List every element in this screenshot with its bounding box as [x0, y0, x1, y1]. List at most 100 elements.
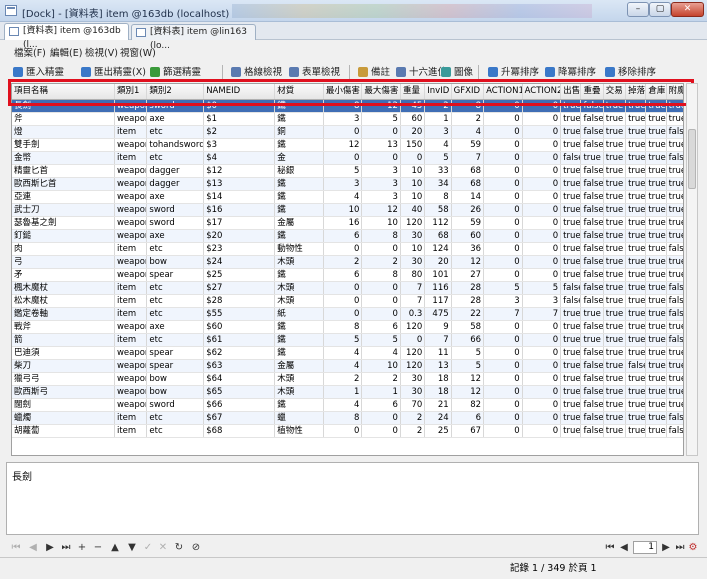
table-cell[interactable]: 5: [323, 164, 363, 178]
table-cell[interactable]: 0: [522, 177, 562, 191]
table-cell[interactable]: 木頭: [274, 385, 324, 399]
table-row[interactable]: 楓木魔杖itemetc$27木頭0071162855falsefalsetrue…: [12, 281, 683, 295]
table-cell[interactable]: 58: [451, 320, 485, 334]
table-cell[interactable]: 0: [522, 138, 562, 152]
table-cell[interactable]: false: [580, 398, 604, 412]
table-cell[interactable]: true: [666, 112, 683, 126]
table-cell[interactable]: true: [603, 385, 627, 399]
table-cell[interactable]: true: [603, 151, 627, 165]
table-cell[interactable]: true: [645, 333, 667, 347]
table-cell[interactable]: 鐵: [274, 138, 324, 152]
table-cell[interactable]: true: [560, 320, 582, 334]
table-cell[interactable]: 巴迪須: [12, 346, 115, 360]
table-cell[interactable]: $64: [203, 372, 276, 386]
table-cell[interactable]: 木頭: [274, 281, 324, 295]
table-cell[interactable]: true: [666, 190, 683, 204]
table-cell[interactable]: 植物性: [274, 424, 324, 438]
table-cell[interactable]: 14: [451, 190, 485, 204]
table-cell[interactable]: false: [580, 359, 604, 373]
table-row[interactable]: 箭 item etc $61 鐵 5 5 0 7 66 0 0 true true true true true…: [12, 333, 683, 347]
table-cell[interactable]: 動物性: [274, 242, 324, 256]
table-cell[interactable]: 120: [400, 346, 426, 360]
table-cell[interactable]: 0: [522, 164, 562, 178]
first-page-icon[interactable]: ⏮: [604, 542, 616, 553]
table-cell[interactable]: 金屬: [274, 216, 324, 230]
table-cell[interactable]: sword: [146, 216, 205, 230]
table-cell[interactable]: 鐵: [274, 99, 324, 113]
table-cell[interactable]: true: [625, 268, 647, 282]
table-cell[interactable]: 0: [323, 242, 363, 256]
table-cell[interactable]: true: [603, 164, 627, 178]
table-cell[interactable]: 0: [522, 203, 562, 217]
table-cell[interactable]: 12: [451, 385, 485, 399]
table-cell[interactable]: axe: [146, 112, 205, 126]
table-cell[interactable]: 5: [451, 346, 485, 360]
column-header[interactable]: InvID: [424, 84, 452, 100]
column-header[interactable]: 出售: [560, 84, 582, 100]
table-cell[interactable]: 7: [483, 307, 523, 321]
table-cell[interactable]: true: [560, 164, 582, 178]
table-cell[interactable]: false: [580, 99, 604, 113]
table-row[interactable]: 釘鎚weaponaxe$20鐵6830686000truefalsetruetr…: [12, 229, 683, 243]
table-cell[interactable]: 12: [323, 138, 363, 152]
table-cell[interactable]: 0: [483, 268, 523, 282]
table-cell[interactable]: dagger: [146, 164, 205, 178]
table-cell[interactable]: weapon: [114, 385, 148, 399]
table-cell[interactable]: $63: [203, 359, 276, 373]
table-cell[interactable]: 金: [274, 151, 324, 165]
tab-item-163db[interactable]: [資料表] item @163db (l...: [4, 23, 129, 50]
column-header[interactable]: ACTION1: [483, 84, 523, 100]
table-cell[interactable]: 長劍: [12, 99, 115, 113]
table-cell[interactable]: 16: [323, 216, 363, 230]
table-cell[interactable]: 80: [400, 268, 426, 282]
table-cell[interactable]: 0: [522, 411, 562, 425]
table-cell[interactable]: 弓: [12, 255, 115, 269]
table-row[interactable]: 弓weaponbow$24木頭2230201200truefalsetruetr…: [12, 255, 683, 269]
table-cell[interactable]: 0: [522, 268, 562, 282]
table-cell[interactable]: item: [114, 125, 148, 139]
table-cell[interactable]: 肉: [12, 242, 115, 256]
table-cell[interactable]: 18: [424, 385, 452, 399]
table-cell[interactable]: true: [603, 307, 627, 321]
table-cell[interactable]: true: [560, 268, 582, 282]
table-cell[interactable]: true: [603, 177, 627, 191]
table-cell[interactable]: $2: [203, 125, 276, 139]
table-cell[interactable]: true: [560, 255, 582, 269]
next-record-icon[interactable]: ▶: [44, 542, 56, 553]
table-cell[interactable]: true: [580, 307, 604, 321]
table-cell[interactable]: true: [645, 411, 667, 425]
table-cell[interactable]: true: [625, 99, 647, 113]
table-cell[interactable]: true: [645, 307, 667, 321]
table-cell[interactable]: 斧: [12, 112, 115, 126]
table-cell[interactable]: true: [666, 203, 683, 217]
table-cell[interactable]: etc: [146, 307, 205, 321]
table-cell[interactable]: 0: [483, 359, 523, 373]
table-cell[interactable]: 0: [522, 125, 562, 139]
table-cell[interactable]: 2: [361, 372, 401, 386]
table-cell[interactable]: item: [114, 411, 148, 425]
table-cell[interactable]: $16: [203, 203, 276, 217]
table-cell[interactable]: 0: [483, 255, 523, 269]
table-cell[interactable]: 0: [522, 333, 562, 347]
table-cell[interactable]: 0: [323, 294, 363, 308]
table-cell[interactable]: 8: [451, 99, 485, 113]
remove-sort-button[interactable]: 移除排序: [605, 66, 656, 79]
table-cell[interactable]: $28: [203, 294, 276, 308]
table-cell[interactable]: 鐵: [274, 346, 324, 360]
table-row[interactable]: 戰斧weaponaxe$60鐵8612095800truefalsetruetr…: [12, 320, 683, 334]
table-cell[interactable]: 4: [361, 346, 401, 360]
table-cell[interactable]: true: [666, 216, 683, 230]
column-header[interactable]: 材質: [274, 84, 324, 100]
table-cell[interactable]: true: [625, 294, 647, 308]
table-cell[interactable]: 10: [323, 203, 363, 217]
table-cell[interactable]: 120: [400, 216, 426, 230]
table-cell[interactable]: true: [645, 242, 667, 256]
table-cell[interactable]: true: [666, 138, 683, 152]
table-row[interactable]: 闊劍weaponsword$66鐵4670218200truefalsetrue…: [12, 398, 683, 412]
table-cell[interactable]: $17: [203, 216, 276, 230]
table-cell[interactable]: false: [666, 411, 683, 425]
table-cell[interactable]: 10: [400, 164, 426, 178]
table-cell[interactable]: 0: [522, 424, 562, 438]
table-cell[interactable]: axe: [146, 320, 205, 334]
table-cell[interactable]: 5: [451, 359, 485, 373]
